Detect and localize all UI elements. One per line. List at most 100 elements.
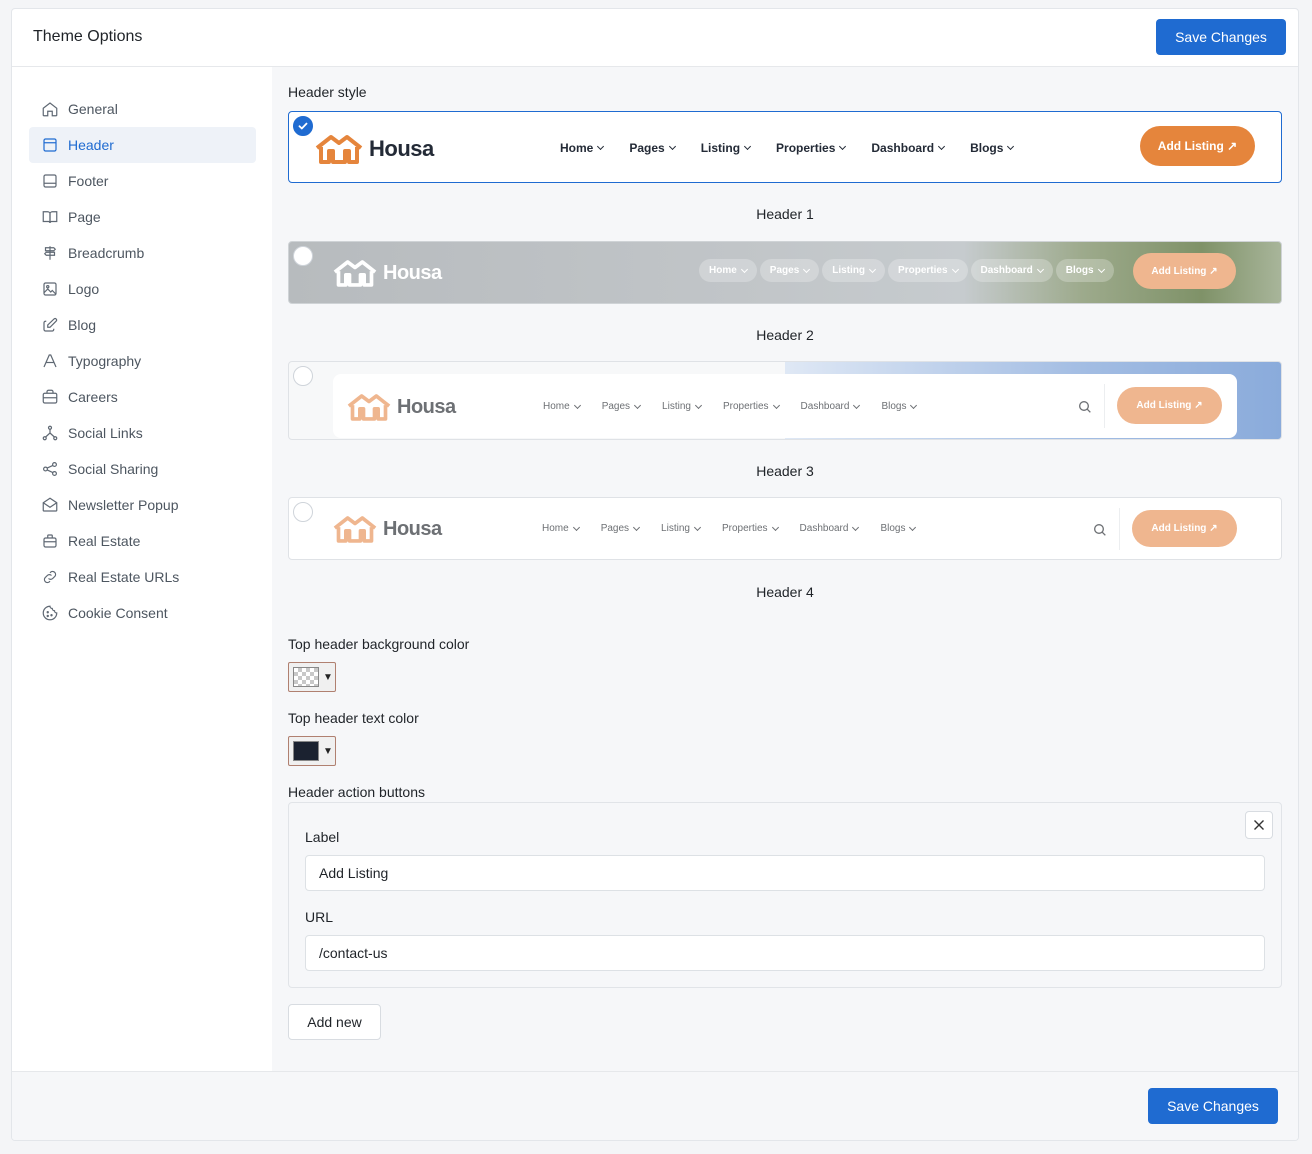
sidebar-item-real-estate-urls[interactable]: Real Estate URLs bbox=[29, 559, 256, 595]
menu-label: Home bbox=[542, 523, 569, 534]
sidebar-item-label: Footer bbox=[68, 173, 109, 189]
sidebar-item-breadcrumb[interactable]: Breadcrumb bbox=[29, 235, 256, 271]
sidebar-item-newsletter-popup[interactable]: Newsletter Popup bbox=[29, 487, 256, 523]
book-icon bbox=[42, 211, 58, 224]
top-header-text-color-picker[interactable]: ▼ bbox=[288, 736, 336, 766]
sidebar-item-typography[interactable]: Typography bbox=[29, 343, 256, 379]
close-icon bbox=[1254, 820, 1264, 830]
share-icon bbox=[43, 462, 57, 476]
menu-item-blogs: Blogs bbox=[881, 401, 918, 412]
save-changes-button-bottom[interactable]: Save Changes bbox=[1148, 1088, 1278, 1124]
header-3-radio[interactable] bbox=[293, 366, 313, 386]
menu-item-blogs: Blogs bbox=[1055, 259, 1114, 282]
edit-icon bbox=[43, 317, 58, 332]
menu-item-blogs: Blogs bbox=[880, 523, 917, 534]
sidebar-item-page[interactable]: Page bbox=[29, 199, 256, 235]
label-input[interactable] bbox=[305, 855, 1265, 891]
menu-item-pages: Pages bbox=[759, 259, 820, 282]
header-1-radio[interactable] bbox=[293, 116, 313, 136]
header-2-option[interactable]: Housa Home Pages Listing Properties Dash… bbox=[288, 241, 1282, 304]
sidebar-item-careers[interactable]: Careers bbox=[29, 379, 256, 415]
header-3-option[interactable]: Housa Home Pages Listing Properties Dash… bbox=[288, 361, 1282, 440]
mail-open-icon bbox=[42, 497, 58, 512]
sidebar-item-cookie-consent[interactable]: Cookie Consent bbox=[29, 595, 256, 631]
chevron-down-icon bbox=[772, 401, 780, 409]
header-4-option[interactable]: Housa Home Pages Listing Properties Dash… bbox=[288, 497, 1282, 560]
chevron-down-icon bbox=[853, 401, 861, 409]
header-style-label: Header style bbox=[288, 84, 367, 100]
sidebar-item-general[interactable]: General bbox=[29, 91, 256, 127]
header-4-logo: Housa bbox=[333, 515, 442, 543]
sidebar-item-logo[interactable]: Logo bbox=[29, 271, 256, 307]
save-changes-button-top[interactable]: Save Changes bbox=[1156, 19, 1286, 55]
menu-label: Listing bbox=[662, 401, 691, 412]
sidebar-item-label: Logo bbox=[68, 281, 100, 297]
sidebar-item-label: Newsletter Popup bbox=[68, 497, 179, 513]
label-field-title: Label bbox=[305, 829, 340, 845]
header-4-menu: Home Pages Listing Properties Dashboard … bbox=[542, 523, 917, 534]
menu-label: Listing bbox=[832, 265, 866, 276]
menu-item-listing: Listing bbox=[700, 141, 752, 155]
menu-item-dashboard: Dashboard bbox=[970, 259, 1053, 282]
header-2-caption: Header 2 bbox=[756, 327, 814, 343]
sidebar-item-label: Typography bbox=[68, 353, 142, 369]
menu-label: Blogs bbox=[1065, 265, 1094, 276]
menu-label: Blogs bbox=[880, 523, 906, 534]
sidebar: General Header Footer Page Breadcrumb Lo… bbox=[12, 67, 272, 1070]
menu-label: Home bbox=[543, 401, 570, 412]
sidebar-item-social-links[interactable]: Social Links bbox=[29, 415, 256, 451]
divider bbox=[1104, 384, 1105, 428]
menu-label: Pages bbox=[629, 141, 665, 155]
sidebar-item-footer[interactable]: Footer bbox=[29, 163, 256, 199]
top-header-bg-color-label: Top header background color bbox=[288, 636, 470, 652]
menu-item-home: Home bbox=[699, 259, 757, 282]
sidebar-item-label: Real Estate bbox=[68, 533, 141, 549]
header-action-buttons-label: Header action buttons bbox=[288, 784, 425, 800]
header-3-logo: Housa bbox=[347, 393, 456, 421]
search-icon bbox=[1094, 524, 1106, 536]
menu-item-properties: Properties bbox=[722, 523, 779, 534]
house-logo-icon bbox=[347, 394, 391, 421]
menu-label: Dashboard bbox=[800, 401, 850, 412]
card-header: Theme Options Save Changes bbox=[12, 9, 1298, 67]
menu-label: Home bbox=[709, 265, 737, 276]
chevron-down-icon bbox=[634, 401, 642, 409]
chevron-down-icon bbox=[803, 265, 811, 273]
header-4-cta: Add Listing ↗ bbox=[1132, 510, 1237, 547]
chevron-down-icon bbox=[693, 523, 701, 531]
top-header-bg-color-picker[interactable]: ▼ bbox=[288, 662, 336, 692]
sidebar-item-blog[interactable]: Blog bbox=[29, 307, 256, 343]
header-4-radio[interactable] bbox=[293, 502, 313, 522]
search-icon bbox=[1079, 401, 1091, 413]
header-2-cta: Add Listing ↗ bbox=[1133, 253, 1236, 289]
brand-name: Housa bbox=[383, 517, 442, 540]
building-icon bbox=[43, 534, 57, 548]
url-input[interactable] bbox=[305, 935, 1265, 971]
signpost-icon bbox=[43, 246, 57, 260]
theme-options-card: Theme Options Save Changes General Heade… bbox=[11, 8, 1299, 1141]
add-new-button[interactable]: Add new bbox=[288, 1004, 381, 1040]
header-3-caption: Header 3 bbox=[756, 463, 814, 479]
menu-label: Properties bbox=[898, 265, 948, 276]
chevron-down-icon bbox=[668, 142, 676, 151]
remove-item-button[interactable] bbox=[1245, 811, 1273, 839]
sidebar-item-header[interactable]: Header bbox=[29, 127, 256, 163]
home-icon bbox=[42, 102, 58, 117]
chevron-down-icon bbox=[839, 142, 847, 151]
chevron-down-icon bbox=[771, 523, 779, 531]
checkmark-icon bbox=[298, 122, 308, 130]
menu-label: Dashboard bbox=[799, 523, 849, 534]
dark-swatch bbox=[293, 741, 319, 761]
header-2-radio[interactable] bbox=[293, 246, 313, 266]
menu-item-listing: Listing bbox=[662, 401, 702, 412]
menu-item-listing: Listing bbox=[822, 259, 886, 282]
sidebar-item-real-estate[interactable]: Real Estate bbox=[29, 523, 256, 559]
sidebar-item-social-sharing[interactable]: Social Sharing bbox=[29, 451, 256, 487]
menu-label: Home bbox=[560, 141, 594, 155]
menu-label: Listing bbox=[700, 141, 741, 155]
menu-item-home: Home bbox=[543, 401, 581, 412]
header-3-menu: Home Pages Listing Properties Dashboard … bbox=[543, 401, 918, 412]
share-network-icon bbox=[42, 425, 58, 441]
brand-name: Housa bbox=[383, 261, 442, 284]
header-1-option[interactable]: Housa Home Pages Listing Properties Dash… bbox=[288, 111, 1282, 183]
